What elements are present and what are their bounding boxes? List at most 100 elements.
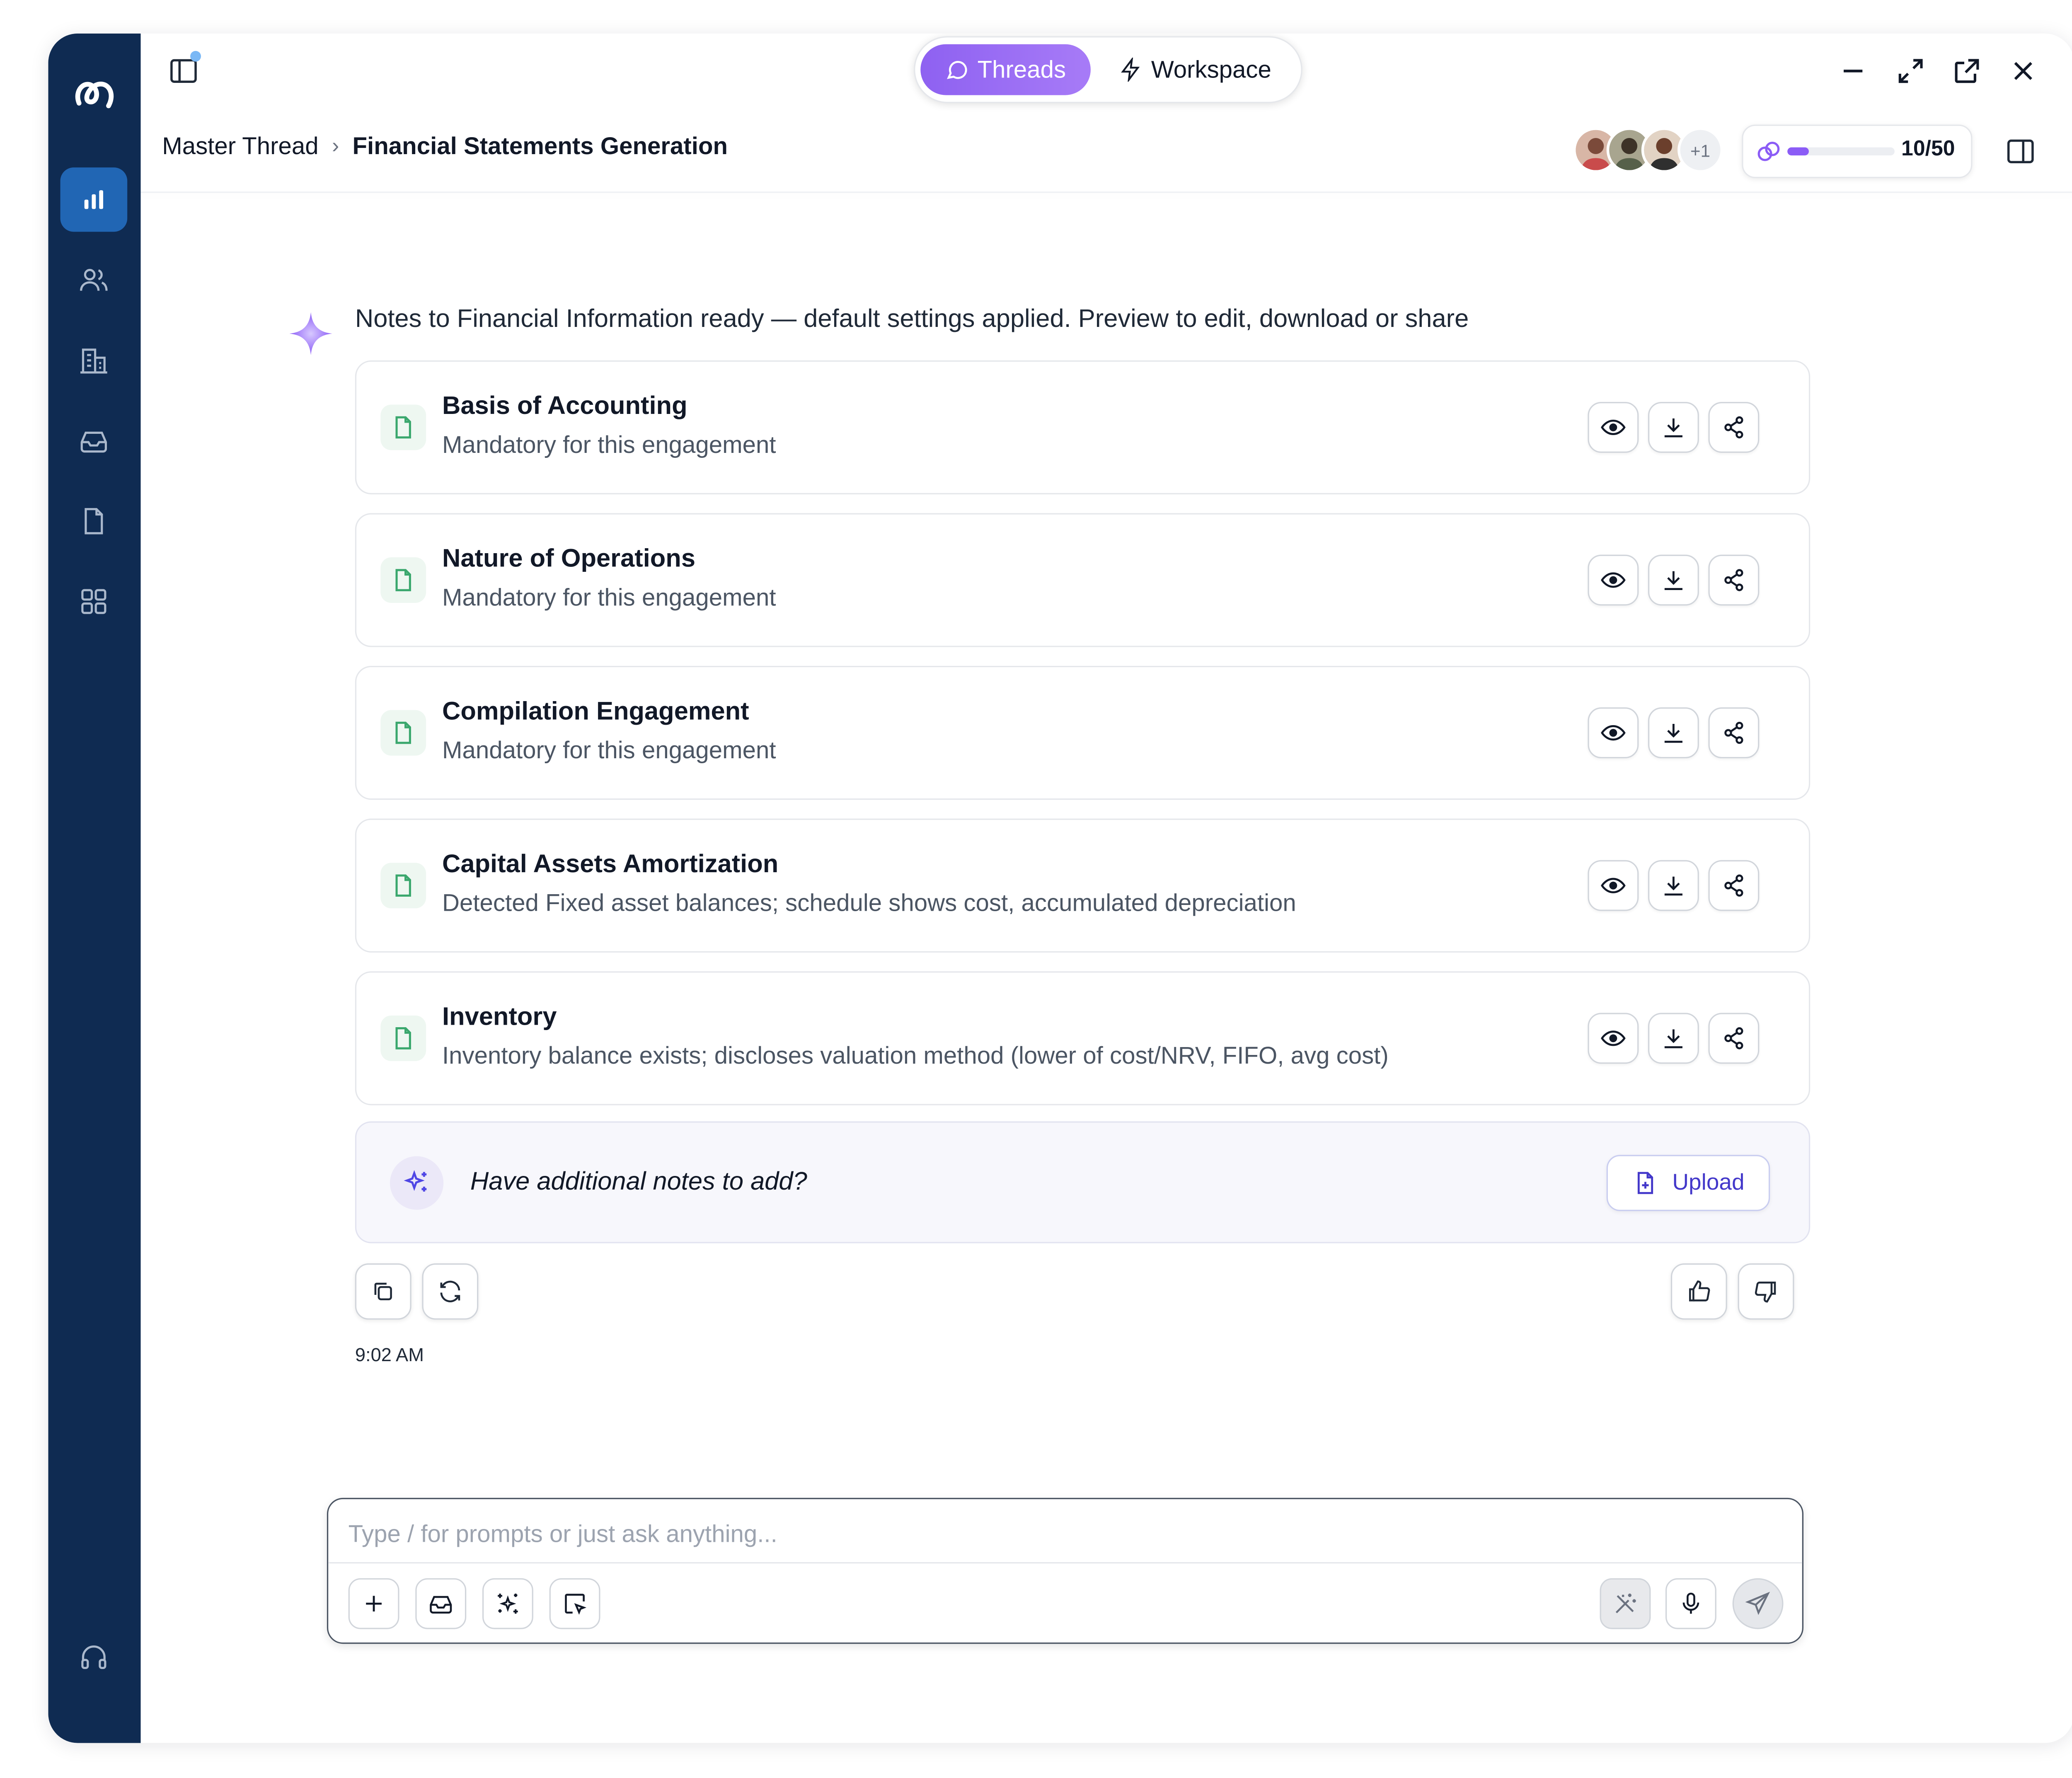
sparkles-icon — [498, 1594, 518, 1614]
share-button[interactable] — [1708, 402, 1760, 453]
tab-threads[interactable]: Threads — [920, 44, 1091, 95]
breadcrumb-separator: › — [332, 134, 339, 157]
send-button[interactable] — [1732, 1578, 1784, 1629]
sidebar-item-companies[interactable] — [60, 328, 127, 392]
download-button[interactable] — [1648, 1013, 1699, 1064]
note-card: Basis of Accounting Mandatory for this en… — [355, 360, 1811, 495]
breadcrumb: Master Thread › Financial Statements Gen… — [162, 133, 728, 161]
microphone-icon — [1682, 1592, 1699, 1614]
additional-notes-panel: Have additional notes to add? Upload — [355, 1121, 1811, 1243]
share-icon — [1721, 1025, 1748, 1052]
file-icon — [380, 557, 426, 603]
sidebar-item-documents[interactable] — [60, 489, 127, 553]
note-title: Nature of Operations — [442, 545, 696, 573]
select-element-button[interactable] — [549, 1578, 600, 1629]
note-title: Capital Assets Amortization — [442, 851, 779, 879]
note-subtitle: Mandatory for this engagement — [442, 737, 776, 764]
preview-button[interactable] — [1588, 860, 1639, 911]
regenerate-button[interactable] — [422, 1263, 479, 1320]
eye-icon — [1600, 719, 1627, 746]
file-icon — [380, 710, 426, 756]
note-card: Compilation Engagement Mandatory for this… — [355, 665, 1811, 800]
share-button[interactable] — [1708, 1013, 1760, 1064]
headset-icon — [81, 1645, 107, 1669]
ai-sparkles-icon — [390, 1156, 444, 1210]
users-icon — [80, 269, 108, 291]
tab-workspace-label: Workspace — [1151, 56, 1271, 82]
magic-wand-icon — [1615, 1594, 1636, 1614]
copy-icon — [374, 1282, 392, 1301]
sidebar — [48, 33, 141, 1743]
notification-dot — [190, 51, 201, 62]
chat-icon — [947, 60, 968, 79]
header-divider — [140, 191, 2072, 193]
open-external-icon[interactable] — [1951, 55, 1983, 87]
download-button[interactable] — [1648, 402, 1699, 453]
breadcrumb-current: Financial Statements Generation — [352, 133, 728, 160]
sidebar-item-support[interactable] — [60, 1625, 127, 1689]
breadcrumb-parent[interactable]: Master Thread — [162, 133, 318, 161]
file-add-icon — [1638, 1172, 1653, 1194]
close-icon[interactable] — [2007, 55, 2039, 87]
inbox-icon — [80, 431, 107, 453]
prompt-input[interactable]: Type / for prompts or just ask anything.… — [349, 1521, 777, 1549]
copy-button[interactable] — [355, 1263, 411, 1320]
thumbs-up-button[interactable] — [1670, 1263, 1727, 1320]
apps-grid-icon — [81, 589, 107, 614]
preview-button[interactable] — [1588, 402, 1639, 453]
top-bar: Threads Workspace — [140, 34, 2072, 107]
sidebar-item-apps[interactable] — [60, 569, 127, 634]
add-button[interactable] — [348, 1578, 399, 1629]
share-button[interactable] — [1708, 707, 1760, 759]
sidebar-item-inbox[interactable] — [60, 409, 127, 473]
plus-icon — [366, 1596, 382, 1612]
inbox-button[interactable] — [415, 1578, 467, 1629]
eye-icon — [1600, 567, 1627, 594]
message-timestamp: 9:02 AM — [355, 1343, 424, 1365]
cursor-select-icon — [565, 1594, 587, 1615]
eye-icon — [1600, 414, 1627, 441]
upload-button[interactable]: Upload — [1606, 1155, 1770, 1211]
credits-icon — [1757, 141, 1780, 161]
download-button[interactable] — [1648, 707, 1699, 759]
file-icon — [380, 404, 426, 450]
document-icon — [85, 508, 103, 535]
preview-button[interactable] — [1588, 554, 1639, 606]
note-subtitle: Mandatory for this engagement — [442, 584, 776, 611]
sidebar-item-users[interactable] — [60, 248, 127, 312]
share-button[interactable] — [1708, 554, 1760, 606]
assistant-sparkle-icon — [289, 312, 332, 355]
credits-progress-fill — [1787, 147, 1809, 156]
note-card: Capital Assets Amortization Detected Fixe… — [355, 818, 1811, 953]
preview-button[interactable] — [1588, 1013, 1639, 1064]
refresh-icon — [440, 1280, 460, 1302]
expand-icon[interactable] — [1895, 55, 1927, 87]
download-button[interactable] — [1648, 554, 1699, 606]
note-title: Basis of Accounting — [442, 392, 687, 421]
credits-progress — [1787, 147, 1895, 156]
send-icon — [1745, 1592, 1770, 1615]
eye-icon — [1600, 872, 1627, 899]
avatar-overflow-count: +1 — [1677, 127, 1723, 173]
note-title: Inventory — [442, 1003, 557, 1032]
sidebar-item-dashboard[interactable] — [60, 167, 128, 232]
app-logo-icon[interactable] — [70, 71, 118, 119]
voice-input-button[interactable] — [1665, 1578, 1716, 1629]
split-view-icon[interactable] — [2004, 135, 2037, 168]
note-subtitle: Inventory balance exists; discloses valu… — [442, 1042, 1389, 1069]
file-icon — [380, 1015, 426, 1061]
note-subtitle: Detected Fixed asset balances; schedule … — [442, 889, 1296, 917]
download-icon — [1660, 567, 1687, 594]
upload-label: Upload — [1672, 1169, 1745, 1195]
magic-wand-button[interactable] — [1600, 1578, 1651, 1629]
minimize-icon[interactable] — [1837, 55, 1869, 87]
credits-usage[interactable]: 10/50 — [1742, 124, 1973, 179]
preview-button[interactable] — [1588, 707, 1639, 759]
thumbs-down-button[interactable] — [1738, 1263, 1794, 1320]
tab-workspace[interactable]: Workspace — [1095, 44, 1296, 95]
ai-tools-button[interactable] — [482, 1578, 533, 1629]
credits-label: 10/50 — [1901, 138, 1955, 161]
download-icon — [1660, 872, 1687, 899]
download-button[interactable] — [1648, 860, 1699, 911]
share-button[interactable] — [1708, 860, 1760, 911]
